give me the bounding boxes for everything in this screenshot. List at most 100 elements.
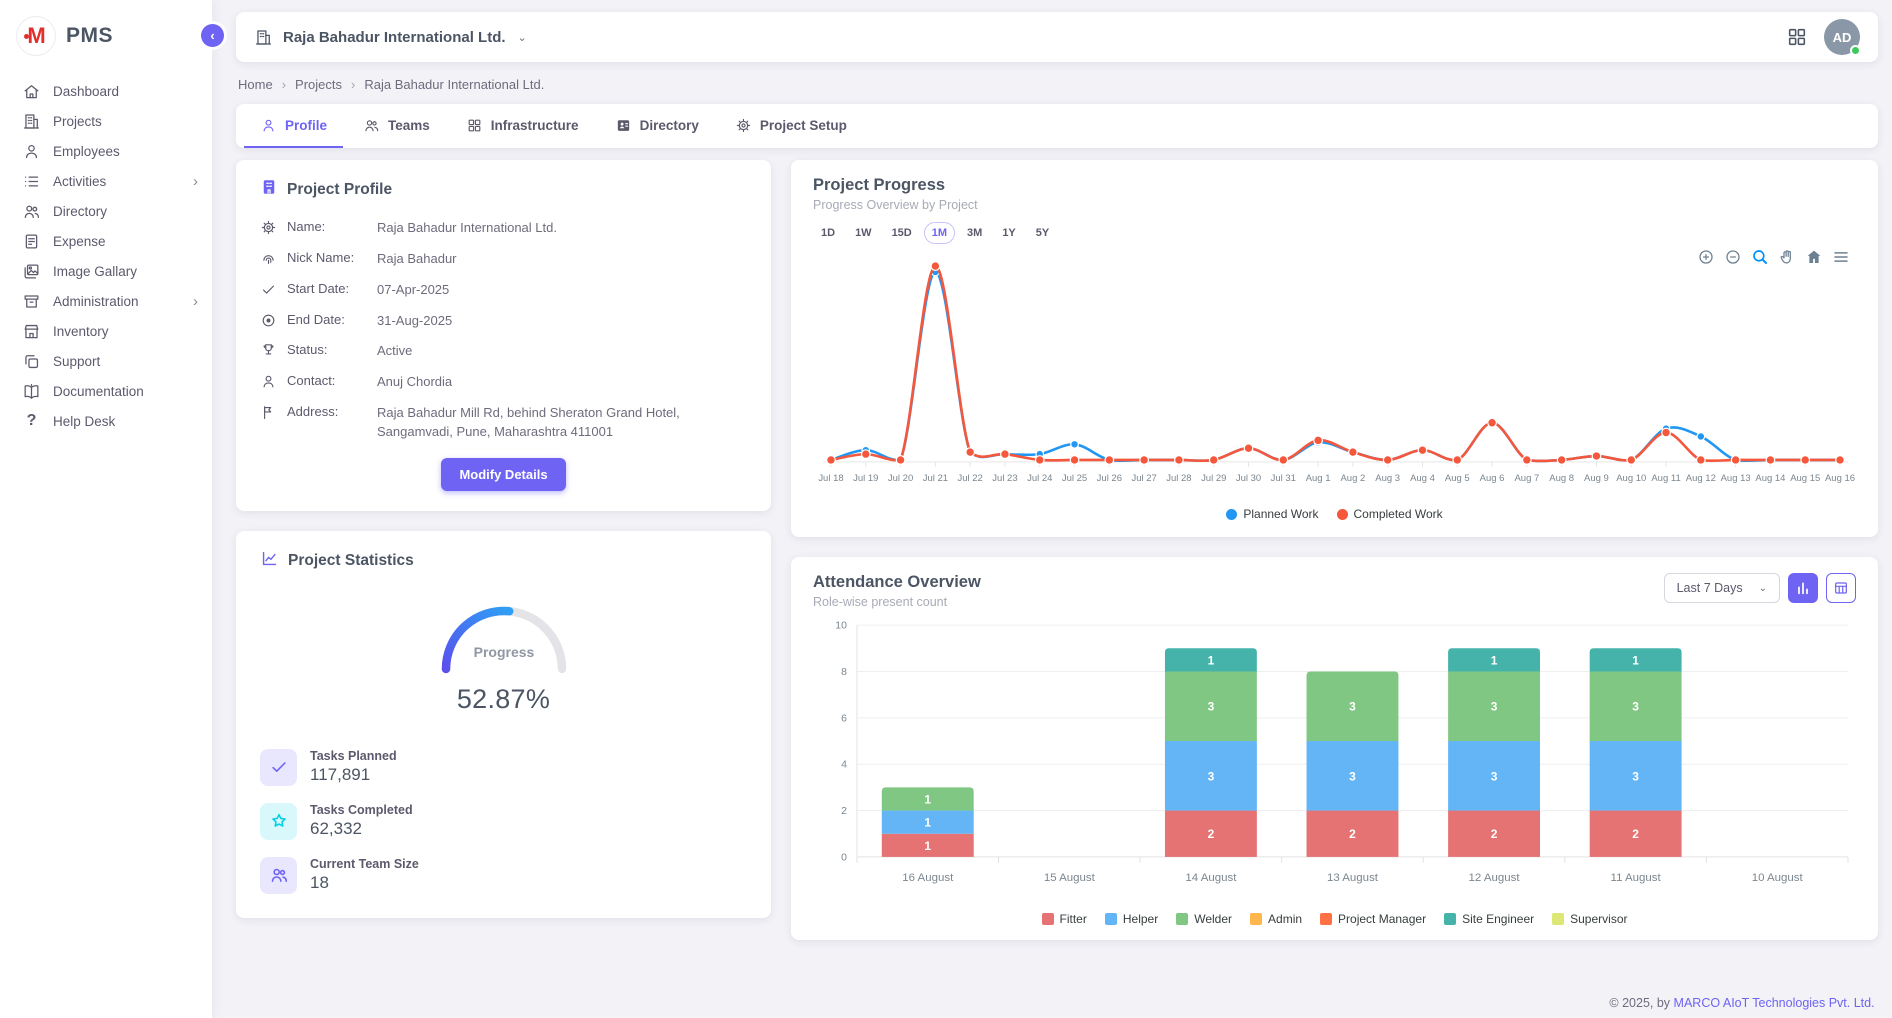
sidebar-item-support[interactable]: Support: [0, 346, 212, 376]
star-icon: [260, 803, 297, 840]
legend-item[interactable]: Fitter: [1042, 912, 1087, 926]
card-title: Project Progress: [813, 176, 1856, 195]
building-badge-icon: [260, 178, 278, 201]
sidebar-item-dashboard[interactable]: Dashboard: [0, 76, 212, 106]
footer-company-link[interactable]: MARCO AIoT Technologies Pvt. Ltd.: [1674, 996, 1875, 1010]
legend-item[interactable]: Welder: [1176, 912, 1232, 926]
sidebar-nav: Dashboard Projects Employees Activities …: [0, 76, 212, 436]
tab-directory[interactable]: Directory: [599, 104, 715, 148]
svg-text:Aug 7: Aug 7: [1514, 473, 1539, 484]
svg-text:13 August: 13 August: [1327, 872, 1379, 884]
svg-text:Aug 10: Aug 10: [1616, 473, 1646, 484]
range-1d[interactable]: 1D: [813, 222, 843, 244]
app-logo[interactable]: M PMS: [0, 10, 212, 68]
svg-text:Aug 3: Aug 3: [1375, 473, 1400, 484]
svg-text:3: 3: [1349, 769, 1356, 783]
sidebar-item-administration[interactable]: Administration ›: [0, 286, 212, 316]
sidebar-item-employees[interactable]: Employees: [0, 136, 212, 166]
tab-project-setup[interactable]: Project Setup: [719, 104, 863, 148]
copy-icon: [22, 352, 41, 371]
sidebar-item-inventory[interactable]: Inventory: [0, 316, 212, 346]
tab-profile[interactable]: Profile: [244, 104, 343, 148]
breadcrumb-home[interactable]: Home: [238, 77, 273, 92]
user-avatar[interactable]: AD: [1824, 19, 1860, 55]
profile-field-contact: Contact: Anuj Chordia: [260, 373, 747, 392]
stat-tasks-completed: Tasks Completed 62,332: [260, 803, 747, 840]
svg-text:Jul 31: Jul 31: [1271, 473, 1296, 484]
time-range-selector: 1D 1W 15D 1M 3M 1Y 5Y: [813, 222, 1856, 244]
users-icon: [363, 117, 380, 134]
profile-field-start-date: Start Date: 07-Apr-2025: [260, 281, 747, 300]
trophy-icon: [260, 342, 277, 359]
sidebar-item-documentation[interactable]: Documentation: [0, 376, 212, 406]
range-1y[interactable]: 1Y: [994, 222, 1023, 244]
svg-text:1: 1: [1208, 653, 1215, 667]
range-3m[interactable]: 3M: [959, 222, 990, 244]
svg-text:Jul 29: Jul 29: [1201, 473, 1226, 484]
range-1m[interactable]: 1M: [924, 222, 955, 244]
svg-text:Aug 16: Aug 16: [1825, 473, 1855, 484]
home-reset-icon[interactable]: [1805, 248, 1823, 266]
svg-text:Jul 23: Jul 23: [992, 473, 1017, 484]
tab-infrastructure[interactable]: Infrastructure: [450, 104, 595, 148]
svg-text:Aug 11: Aug 11: [1651, 473, 1680, 484]
attendance-overview-card: Attendance Overview Role-wise present co…: [791, 557, 1878, 940]
svg-text:2: 2: [841, 806, 847, 817]
modify-details-button[interactable]: Modify Details: [441, 458, 565, 491]
receipt-icon: [22, 232, 41, 251]
bar-chart-view-button[interactable]: [1788, 573, 1818, 603]
sidebar-item-image-gallery[interactable]: Image Gallary: [0, 256, 212, 286]
chevron-down-icon[interactable]: ⌄: [518, 31, 527, 44]
svg-text:3: 3: [1208, 769, 1215, 783]
svg-text:Aug 1: Aug 1: [1306, 473, 1331, 484]
sidebar-item-expense[interactable]: Expense: [0, 226, 212, 256]
range-1w[interactable]: 1W: [847, 222, 880, 244]
store-icon: [22, 322, 41, 341]
sidebar: M PMS Dashboard Projects Employees Activ…: [0, 0, 212, 1018]
pan-hand-icon[interactable]: [1778, 248, 1796, 266]
legend-item[interactable]: Admin: [1250, 912, 1302, 926]
team-icon: [260, 857, 297, 894]
legend-item[interactable]: Site Engineer: [1444, 912, 1534, 926]
grid-apps-icon[interactable]: [1786, 26, 1808, 48]
sidebar-item-activities[interactable]: Activities ›: [0, 166, 212, 196]
svg-text:Aug 4: Aug 4: [1410, 473, 1435, 484]
project-progress-line-chart: Jul 18Jul 19Jul 20Jul 21Jul 22Jul 23Jul …: [813, 252, 1856, 500]
tab-teams[interactable]: Teams: [347, 104, 446, 148]
chevron-right-icon: ›: [193, 174, 198, 189]
svg-text:16 August: 16 August: [902, 872, 954, 884]
zoom-in-icon[interactable]: [1697, 248, 1715, 266]
table-view-button[interactable]: [1826, 573, 1856, 603]
project-progress-card: Project Progress Progress Overview by Pr…: [791, 160, 1878, 537]
svg-text:3: 3: [1208, 700, 1215, 714]
range-15d[interactable]: 15D: [884, 222, 920, 244]
zoom-out-icon[interactable]: [1724, 248, 1742, 266]
days-range-dropdown[interactable]: Last 7 Days ⌄: [1664, 573, 1780, 603]
profile-field-end-date: End Date: 31-Aug-2025: [260, 312, 747, 331]
range-5y[interactable]: 5Y: [1028, 222, 1057, 244]
legend-item[interactable]: Supervisor: [1552, 912, 1627, 926]
gauge-value-text: 52.87%: [260, 684, 747, 715]
legend-item[interactable]: Project Manager: [1320, 912, 1426, 926]
svg-text:15 August: 15 August: [1044, 872, 1096, 884]
project-statistics-card: Project Statistics Progress 52.87%: [236, 531, 771, 918]
legend-item[interactable]: Planned Work: [1226, 507, 1318, 521]
svg-text:Aug 12: Aug 12: [1686, 473, 1716, 484]
sidebar-item-help-desk[interactable]: ? Help Desk: [0, 406, 212, 436]
menu-icon[interactable]: [1832, 248, 1850, 266]
legend-marker-icon: [1552, 913, 1564, 925]
svg-text:3: 3: [1491, 769, 1498, 783]
selection-zoom-icon[interactable]: [1751, 248, 1769, 266]
svg-text:Jul 27: Jul 27: [1131, 473, 1156, 484]
sidebar-item-projects[interactable]: Projects: [0, 106, 212, 136]
svg-text:Jul 19: Jul 19: [853, 473, 878, 484]
breadcrumb-projects[interactable]: Projects: [295, 77, 342, 92]
svg-text:Jul 26: Jul 26: [1097, 473, 1122, 484]
sidebar-collapse-button[interactable]: ‹: [201, 24, 224, 47]
sidebar-item-directory[interactable]: Directory: [0, 196, 212, 226]
stat-tasks-planned: Tasks Planned 117,891: [260, 749, 747, 786]
svg-text:Aug 13: Aug 13: [1721, 473, 1751, 484]
legend-item[interactable]: Helper: [1105, 912, 1158, 926]
company-selector[interactable]: Raja Bahadur International Ltd.: [283, 29, 506, 46]
legend-item[interactable]: Completed Work: [1337, 507, 1443, 521]
